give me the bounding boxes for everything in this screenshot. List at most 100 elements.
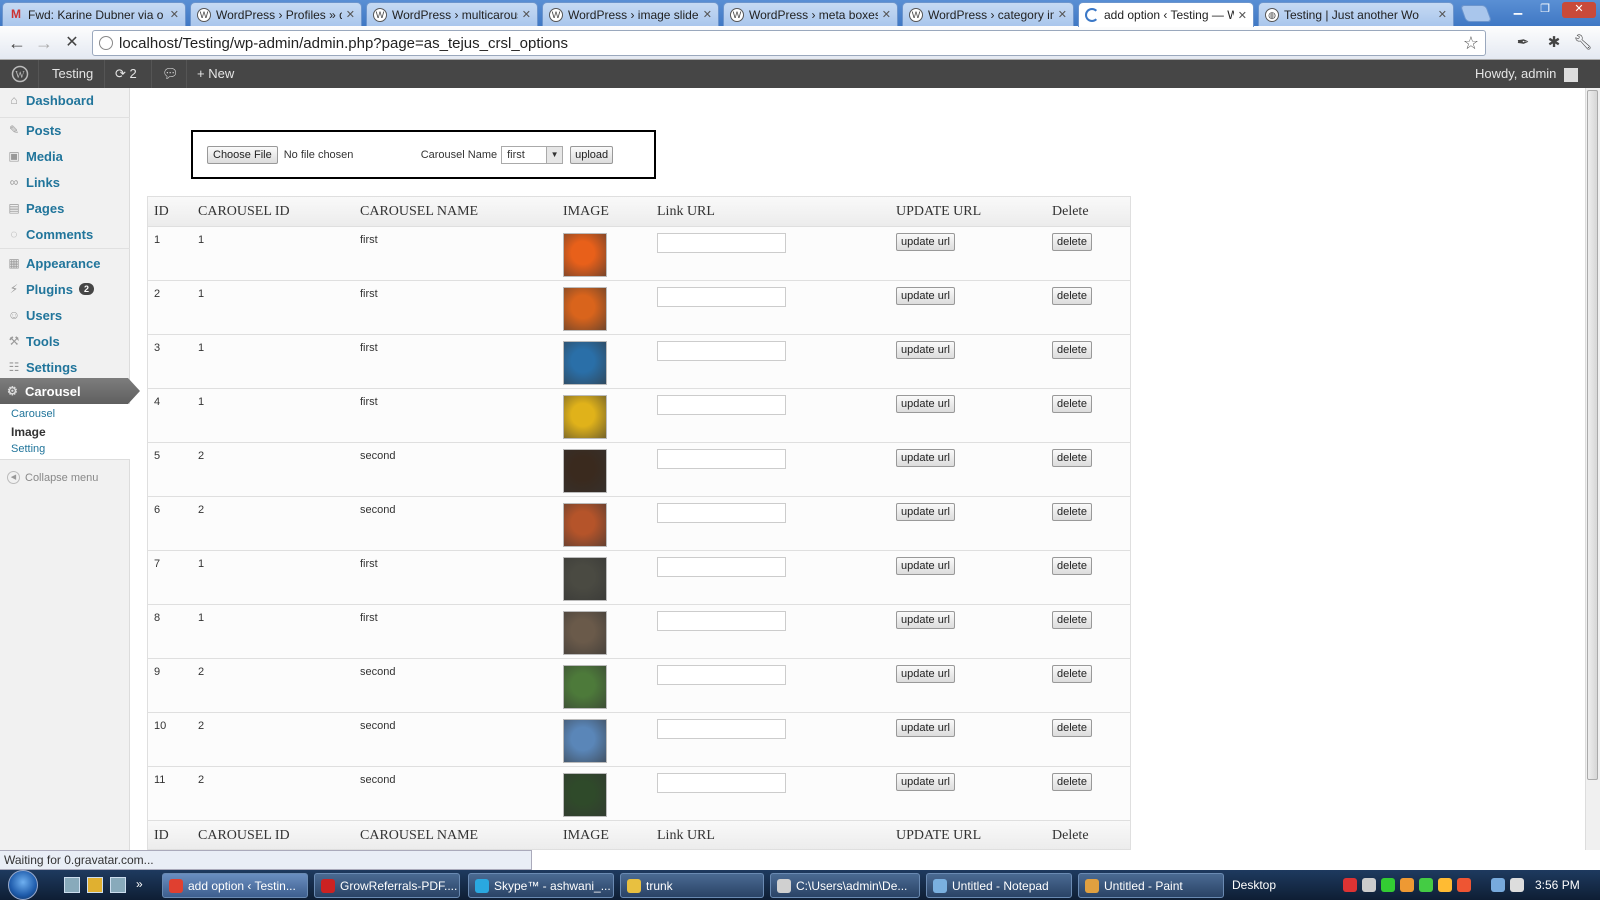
sidebar-item-settings[interactable]: ☷ Settings	[0, 355, 130, 379]
update-url-button[interactable]: update url	[896, 233, 955, 251]
tab-add-option[interactable]: add option ‹ Testing — W ✕	[1078, 2, 1254, 27]
collapse-menu-button[interactable]: ◀ Collapse menu	[7, 471, 98, 484]
update-url-button[interactable]: update url	[896, 287, 955, 305]
tray-update-icon[interactable]	[1419, 878, 1433, 892]
wordpress-logo-icon[interactable]: W	[11, 60, 29, 88]
delete-button[interactable]: delete	[1052, 395, 1092, 413]
link-url-input[interactable]	[657, 611, 786, 631]
start-button[interactable]	[8, 870, 44, 900]
tab-wordpress-profiles[interactable]: W WordPress › Profiles » dh ✕	[190, 2, 362, 26]
close-icon[interactable]: ✕	[170, 8, 179, 21]
minimize-icon[interactable]: ▁	[1506, 2, 1530, 18]
delete-button[interactable]: delete	[1052, 773, 1092, 791]
tray-monitor-icon[interactable]	[1491, 878, 1505, 892]
delete-button[interactable]: delete	[1052, 341, 1092, 359]
submenu-carousel[interactable]: Carousel	[11, 408, 55, 420]
link-url-input[interactable]	[657, 395, 786, 415]
delete-button[interactable]: delete	[1052, 287, 1092, 305]
tab-wordpress-meta-boxes[interactable]: W WordPress › meta boxes ✕	[723, 2, 898, 26]
restore-icon[interactable]: ❐	[1533, 2, 1557, 18]
tab-wordpress-multicarousel[interactable]: W WordPress › multicarous ✕	[366, 2, 538, 26]
close-icon[interactable]: ✕	[346, 8, 355, 21]
close-icon[interactable]: ✕	[1438, 8, 1447, 21]
sidebar-item-comments[interactable]: ◌ Comments	[0, 222, 130, 246]
update-url-button[interactable]: update url	[896, 665, 955, 683]
choose-file-button[interactable]: Choose File	[207, 145, 278, 164]
back-icon[interactable]: ←	[6, 32, 28, 54]
link-url-input[interactable]	[657, 719, 786, 739]
new-content-link[interactable]: + New	[197, 60, 234, 88]
close-icon[interactable]: ✕	[882, 8, 891, 21]
stop-icon[interactable]: ✕	[61, 32, 83, 54]
link-url-input[interactable]	[657, 341, 786, 361]
tray-network-icon[interactable]	[1362, 878, 1376, 892]
taskbar-button[interactable]: add option ‹ Testin...	[162, 873, 308, 898]
clock[interactable]: 3:56 PM	[1535, 870, 1580, 900]
new-tab-button[interactable]	[1459, 5, 1493, 22]
sidebar-item-tools[interactable]: ⚒ Tools	[0, 329, 130, 353]
update-url-button[interactable]: update url	[896, 449, 955, 467]
sidebar-item-plugins[interactable]: ⚡︎ Plugins 2	[0, 277, 130, 301]
submenu-setting[interactable]: Setting	[11, 443, 45, 455]
update-url-button[interactable]: update url	[896, 341, 955, 359]
upload-button[interactable]: upload	[570, 145, 614, 164]
sidebar-item-links[interactable]: ∞ Links	[0, 170, 130, 194]
taskbar-button[interactable]: GrowReferrals-PDF....	[314, 873, 460, 898]
link-url-input[interactable]	[657, 233, 786, 253]
submenu-image[interactable]: Image	[11, 425, 46, 439]
delete-button[interactable]: delete	[1052, 665, 1092, 683]
delete-button[interactable]: delete	[1052, 557, 1092, 575]
taskbar-button[interactable]: Untitled - Notepad	[926, 873, 1072, 898]
tray-signal-icon[interactable]	[1381, 878, 1395, 892]
tray-chat-icon[interactable]	[1438, 878, 1452, 892]
desktop-toolbar[interactable]: Desktop	[1232, 878, 1276, 892]
site-name-link[interactable]: Testing	[52, 60, 93, 88]
sidebar-item-posts[interactable]: ✎ Posts	[0, 118, 130, 142]
delete-button[interactable]: delete	[1052, 449, 1092, 467]
wrench-icon[interactable]: 🔧︎	[1572, 32, 1594, 54]
tab-wordpress-image-slider[interactable]: W WordPress › image slider ✕	[542, 2, 719, 26]
link-url-input[interactable]	[657, 503, 786, 523]
delete-button[interactable]: delete	[1052, 611, 1092, 629]
bookmark-star-icon[interactable]: ☆	[1463, 33, 1479, 54]
close-icon[interactable]: ✕	[522, 8, 531, 21]
close-icon[interactable]: ✕	[703, 8, 712, 21]
tray-firewall-icon[interactable]	[1457, 878, 1471, 892]
sidebar-item-pages[interactable]: ▤ Pages	[0, 196, 130, 220]
tab-testing[interactable]: ◍ Testing | Just another Wo ✕	[1258, 2, 1454, 26]
media-player-icon[interactable]	[87, 877, 103, 893]
tab-wordpress-category[interactable]: W WordPress › category im ✕	[902, 2, 1074, 26]
link-url-input[interactable]	[657, 665, 786, 685]
address-bar[interactable]: localhost/Testing/wp-admin/admin.php?pag…	[92, 30, 1486, 56]
update-url-button[interactable]: update url	[896, 395, 955, 413]
eyedropper-icon[interactable]: ✒	[1512, 32, 1534, 54]
update-url-button[interactable]: update url	[896, 719, 955, 737]
comment-bubble-icon[interactable]: 💬︎	[162, 60, 179, 88]
link-url-input[interactable]	[657, 557, 786, 577]
delete-button[interactable]: delete	[1052, 233, 1092, 251]
delete-button[interactable]: delete	[1052, 719, 1092, 737]
update-url-button[interactable]: update url	[896, 611, 955, 629]
link-url-input[interactable]	[657, 449, 786, 469]
sidebar-item-media[interactable]: ▣ Media	[0, 144, 130, 168]
link-url-input[interactable]	[657, 773, 786, 793]
sidebar-item-appearance[interactable]: ▦ Appearance	[0, 251, 130, 275]
window-close-icon[interactable]: ✕	[1562, 2, 1596, 18]
forward-icon[interactable]: →	[33, 32, 55, 54]
taskbar-button[interactable]: Untitled - Paint	[1078, 873, 1224, 898]
taskbar-button[interactable]: Skype™ - ashwani_...	[468, 873, 614, 898]
update-url-button[interactable]: update url	[896, 773, 955, 791]
link-url-input[interactable]	[657, 287, 786, 307]
quicklaunch-overflow-icon[interactable]: »	[136, 877, 152, 893]
carousel-name-select[interactable]: first ▼	[501, 145, 564, 164]
extension-icon[interactable]: ✱	[1543, 32, 1565, 54]
sidebar-item-dashboard[interactable]: ⌂ Dashboard	[0, 88, 130, 112]
sidebar-item-users[interactable]: ☺ Users	[0, 303, 130, 327]
tab-gmail[interactable]: M Fwd: Karine Dubner via o ✕	[2, 2, 186, 26]
scrollbar-thumb[interactable]	[1587, 90, 1598, 780]
howdy-user-link[interactable]: Howdy, admin	[1475, 60, 1579, 88]
taskbar-button[interactable]: trunk	[620, 873, 764, 898]
switch-windows-icon[interactable]	[110, 877, 126, 893]
update-url-button[interactable]: update url	[896, 557, 955, 575]
update-url-button[interactable]: update url	[896, 503, 955, 521]
